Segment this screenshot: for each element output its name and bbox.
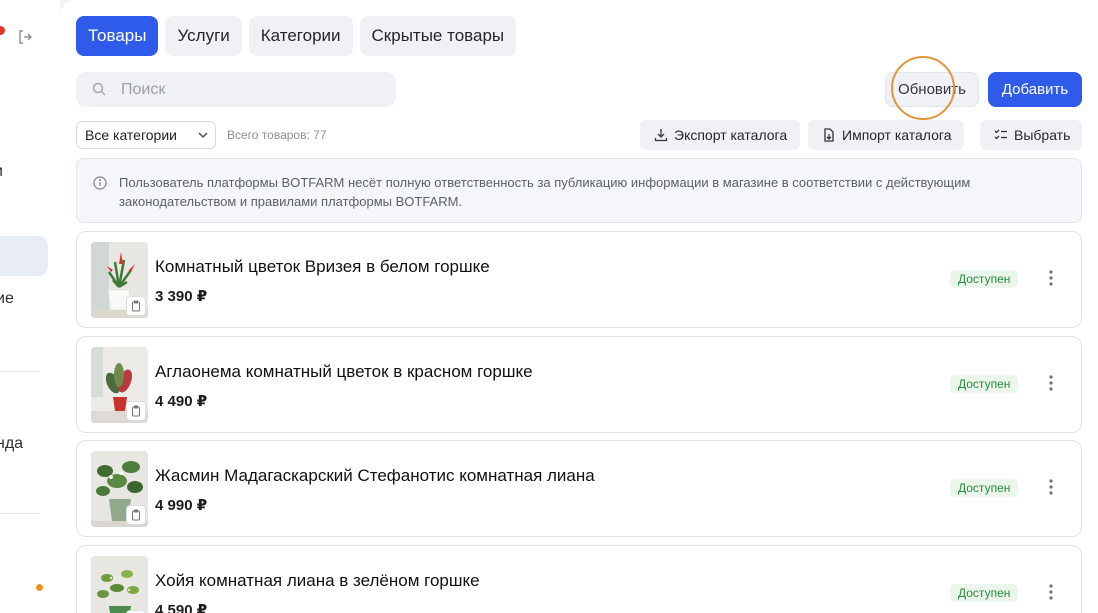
product-card[interactable]: Комнатный цветок Вризея в белом горшке 3…: [76, 231, 1082, 328]
sidebar-item-label[interactable]: нда: [0, 435, 23, 453]
product-card[interactable]: Хойя комнатная лиана в зелёном горшке 4 …: [76, 545, 1082, 613]
download-icon: [654, 129, 668, 142]
product-card[interactable]: Жасмин Мадагаскарский Стефанотис комнатн…: [76, 440, 1082, 537]
chevron-down-icon: [198, 132, 208, 139]
sidebar-divider: [0, 513, 40, 514]
status-dot: [36, 584, 43, 591]
main-panel: Товары Услуги Категории Скрытые товары П…: [60, 0, 1098, 613]
tab-services[interactable]: Услуги: [165, 16, 242, 56]
more-options-icon[interactable]: [1041, 373, 1061, 393]
product-price: 4 490 ₽: [155, 393, 208, 410]
checklist-icon: [994, 129, 1007, 140]
file-import-icon: [824, 128, 834, 142]
search-placeholder: Поиск: [121, 81, 166, 98]
click-highlight-ring: [891, 56, 955, 120]
product-name[interactable]: Хойя комнатная лиана в зелёном горшке: [155, 571, 480, 591]
product-image: [91, 556, 148, 613]
search-input[interactable]: Поиск: [76, 72, 396, 107]
product-name[interactable]: Комнатный цветок Вризея в белом горшке: [155, 257, 490, 277]
copy-icon[interactable]: [126, 401, 146, 421]
sidebar: и ие нда: [0, 0, 60, 613]
category-select[interactable]: Все категории: [76, 121, 216, 149]
sidebar-active-item[interactable]: [0, 236, 48, 276]
logout-icon[interactable]: [17, 29, 33, 45]
more-options-icon[interactable]: [1041, 268, 1061, 288]
sidebar-divider: [0, 371, 40, 372]
info-icon: [93, 176, 107, 190]
import-catalog-button[interactable]: Импорт каталога: [808, 120, 964, 150]
tab-products[interactable]: Товары: [76, 16, 159, 56]
status-badge: Доступен: [950, 584, 1019, 602]
sidebar-item-label[interactable]: и: [0, 163, 3, 181]
search-icon: [92, 82, 106, 96]
copy-icon[interactable]: [126, 296, 146, 316]
sidebar-item-label[interactable]: ие: [0, 290, 14, 308]
tab-categories[interactable]: Категории: [248, 16, 353, 56]
product-price: 4 990 ₽: [155, 497, 208, 514]
export-catalog-label: Экспорт каталога: [674, 127, 788, 143]
product-name[interactable]: Аглаонема комнатный цветок в красном гор…: [155, 362, 533, 382]
more-options-icon[interactable]: [1041, 582, 1061, 602]
tab-hidden-products[interactable]: Скрытые товары: [359, 16, 517, 56]
copy-icon[interactable]: [126, 505, 146, 525]
tab-bar: Товары Услуги Категории Скрытые товары: [76, 16, 517, 56]
import-catalog-label: Импорт каталога: [842, 127, 952, 143]
export-catalog-button[interactable]: Экспорт каталога: [640, 120, 800, 150]
notice-banner: Пользователь платформы BOTFARM несёт пол…: [76, 158, 1082, 223]
total-products-count: Всего товаров: 77: [227, 128, 327, 142]
product-price: 4 590 ₽: [155, 602, 208, 613]
product-card[interactable]: Аглаонема комнатный цветок в красном гор…: [76, 336, 1082, 433]
select-button[interactable]: Выбрать: [980, 120, 1082, 150]
status-badge: Доступен: [950, 270, 1019, 288]
select-label: Выбрать: [1014, 127, 1071, 143]
notice-text: Пользователь платформы BOTFARM несёт пол…: [119, 175, 971, 209]
status-badge: Доступен: [950, 375, 1019, 393]
product-name[interactable]: Жасмин Мадагаскарский Стефанотис комнатн…: [155, 466, 595, 486]
add-button[interactable]: Добавить: [988, 72, 1082, 107]
more-options-icon[interactable]: [1041, 477, 1061, 497]
category-select-value: Все категории: [85, 127, 177, 143]
status-badge: Доступен: [950, 479, 1019, 497]
product-price: 3 390 ₽: [155, 288, 208, 305]
notification-dot: [0, 26, 5, 35]
